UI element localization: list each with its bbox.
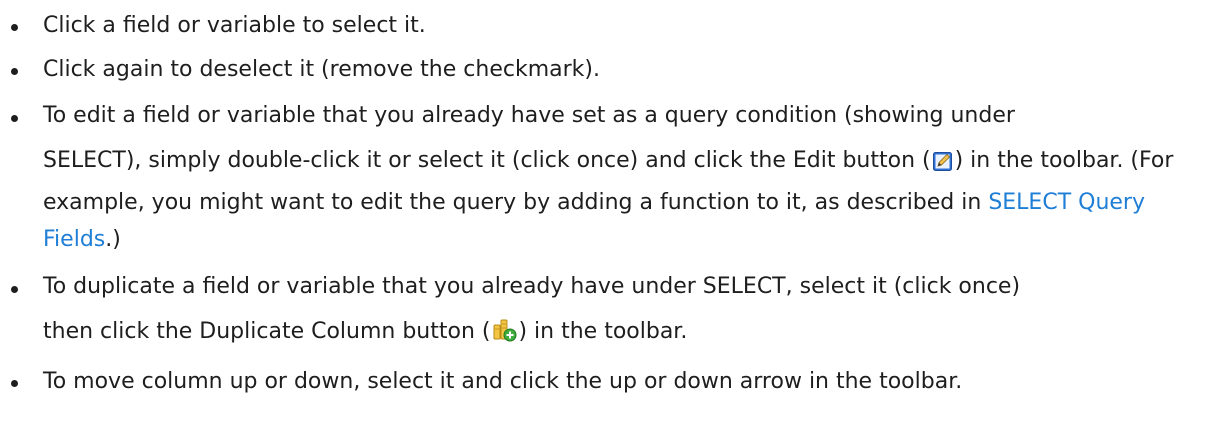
- instruction-list: Click a field or variable to select it. …: [0, 0, 1210, 404]
- bullet-dot: [11, 115, 18, 122]
- bullet-dot: [11, 24, 18, 31]
- list-item-text: Click again to deselect it (remove the c…: [43, 57, 600, 82]
- list-item-text: To duplicate a field or variable that yo…: [43, 274, 1021, 299]
- list-item: To duplicate a field or variable that yo…: [0, 263, 1210, 360]
- list-item-text: then click the Duplicate Column button (: [43, 319, 491, 344]
- list-item-text: ) in the toolbar.: [518, 319, 688, 344]
- list-item-text: Click a field or variable to select it.: [43, 13, 426, 38]
- bullet-dot: [11, 380, 18, 387]
- bullet-dot: [11, 286, 18, 293]
- list-item-text: To edit a field or variable that you alr…: [43, 103, 1015, 128]
- bullet-dot: [11, 68, 18, 75]
- list-item-text: SELECT), simply double-click it or selec…: [43, 148, 931, 173]
- list-item-text: .): [105, 227, 121, 252]
- duplicate-column-icon: [491, 317, 517, 355]
- list-item: To edit a field or variable that you alr…: [0, 92, 1210, 263]
- list-item: Click a field or variable to select it.: [0, 4, 1210, 48]
- list-item-text: To move column up or down, select it and…: [43, 369, 963, 394]
- list-item: Click again to deselect it (remove the c…: [0, 48, 1210, 92]
- list-item: To move column up or down, select it and…: [0, 360, 1210, 404]
- edit-icon: [932, 147, 954, 184]
